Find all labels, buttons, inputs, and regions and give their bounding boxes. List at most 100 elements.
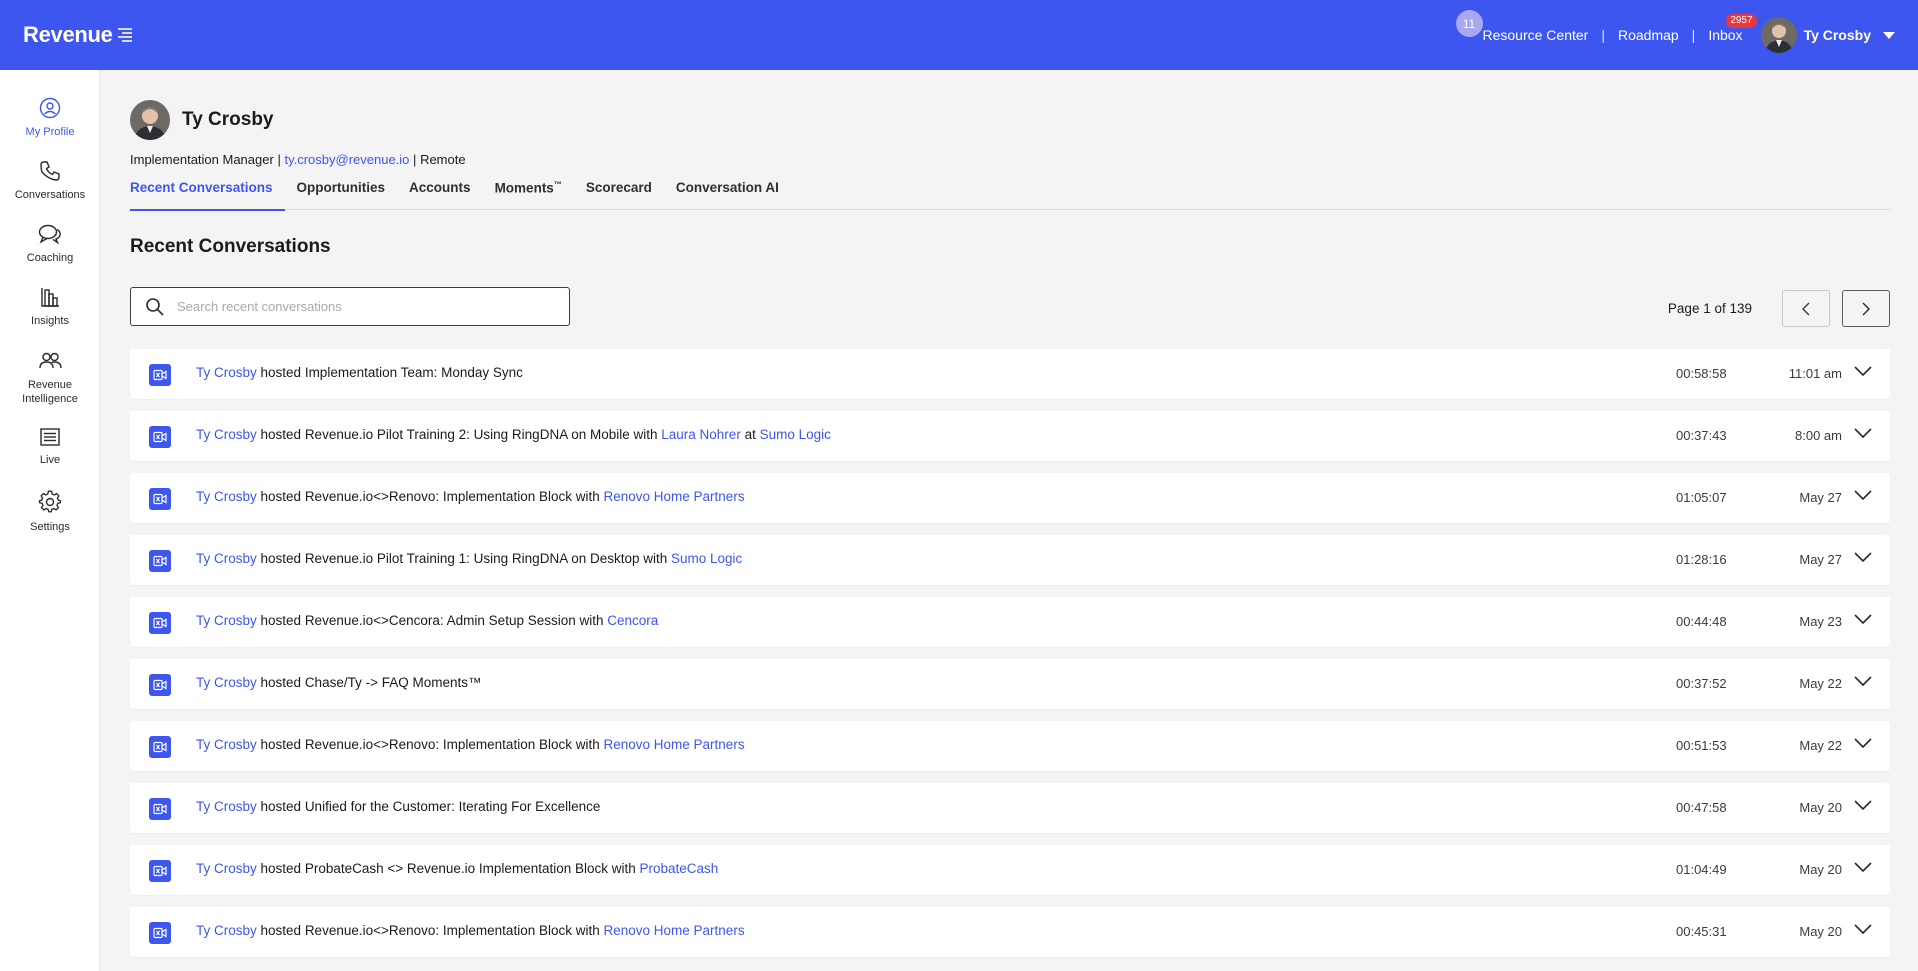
conversation-date: May 20	[1799, 862, 1842, 877]
company-link[interactable]: Renovo Home Partners	[604, 923, 745, 938]
profile-email-link[interactable]: ty.crosby@revenue.io	[284, 152, 409, 167]
conversation-duration: 00:37:43	[1676, 428, 1727, 443]
company-link[interactable]: Renovo Home Partners	[604, 489, 745, 504]
sidebar-item-live[interactable]: Live	[0, 427, 100, 467]
chevron-down-icon[interactable]	[1854, 614, 1872, 624]
company-link[interactable]: Renovo Home Partners	[604, 737, 745, 752]
chevron-down-icon[interactable]	[1854, 800, 1872, 810]
video-camera-icon	[149, 488, 171, 510]
video-camera-icon	[149, 922, 171, 944]
video-camera-icon	[149, 364, 171, 386]
host-link[interactable]: Ty Crosby	[196, 427, 257, 442]
tab-opportunities[interactable]: Opportunities	[297, 180, 386, 210]
conversation-title[interactable]: Unified for the Customer: Iterating For …	[305, 799, 601, 814]
tab-accounts[interactable]: Accounts	[409, 180, 471, 210]
search-input[interactable]	[177, 299, 557, 314]
chevron-down-icon[interactable]	[1854, 924, 1872, 934]
prev-page-button[interactable]	[1782, 290, 1830, 327]
sidebar-item-coaching[interactable]: Coaching	[0, 223, 100, 265]
company-link[interactable]: Sumo Logic	[760, 427, 831, 442]
conversation-title[interactable]: Implementation Team: Monday Sync	[305, 365, 523, 380]
host-link[interactable]: Ty Crosby	[196, 923, 257, 938]
search-box[interactable]	[130, 287, 570, 326]
chat-bubbles-icon	[38, 224, 61, 245]
conversation-duration: 01:05:07	[1676, 490, 1727, 505]
host-link[interactable]: Ty Crosby	[196, 737, 257, 752]
tab-recent-conversations[interactable]: Recent Conversations	[130, 180, 285, 211]
chevron-down-icon[interactable]	[1854, 862, 1872, 872]
user-menu[interactable]: Ty Crosby	[1760, 17, 1895, 53]
host-link[interactable]: Ty Crosby	[196, 365, 257, 380]
chevron-down-icon[interactable]	[1854, 552, 1872, 562]
conversation-row[interactable]: Ty Crosby hosted Revenue.io Pilot Traini…	[130, 535, 1890, 585]
company-link[interactable]: ProbateCash	[640, 861, 719, 876]
chevron-down-icon[interactable]	[1854, 490, 1872, 500]
conversation-row[interactable]: Ty Crosby hosted Implementation Team: Mo…	[130, 349, 1890, 399]
sidebar-item-settings[interactable]: Settings	[0, 490, 100, 534]
profile-role: Implementation Manager	[130, 152, 274, 167]
sidebar-item-label: Insights	[31, 315, 69, 327]
conversation-title[interactable]: Revenue.io<>Cencora: Admin Setup Session	[305, 613, 576, 628]
company-link[interactable]: Sumo Logic	[671, 551, 742, 566]
roadmap-link[interactable]: Roadmap	[1618, 27, 1679, 43]
with-text: with	[608, 861, 640, 876]
section-title: Recent Conversations	[130, 236, 331, 257]
chevron-down-icon[interactable]	[1854, 366, 1872, 376]
tab-moments[interactable]: Moments™	[495, 180, 562, 210]
participant-link[interactable]: Laura Nohrer	[661, 427, 741, 442]
conversation-row[interactable]: Ty Crosby hosted ProbateCash <> Revenue.…	[130, 845, 1890, 895]
tab-label: Conversation AI	[675, 180, 779, 195]
conversation-row[interactable]: Ty Crosby hosted Chase/Ty -> FAQ Moments…	[130, 659, 1890, 709]
pagination: Page 1 of 139	[1668, 290, 1890, 327]
conversation-date: May 22	[1799, 738, 1842, 753]
conversation-summary: Ty Crosby hosted Revenue.io<>Cencora: Ad…	[196, 613, 658, 628]
conversation-row[interactable]: Ty Crosby hosted Revenue.io<>Renovo: Imp…	[130, 473, 1890, 523]
with-text: with	[629, 427, 662, 442]
tab-scorecard[interactable]: Scorecard	[586, 180, 652, 210]
sidebar-item-revenue-intelligence[interactable]: Revenue Intelligence	[0, 350, 100, 406]
sidebar-item-label: Live	[39, 454, 61, 466]
company-link[interactable]: Cencora	[607, 613, 658, 628]
conversation-title[interactable]: Chase/Ty -> FAQ Moments™	[305, 675, 482, 690]
conversation-row[interactable]: Ty Crosby hosted Revenue.io Pilot Traini…	[130, 411, 1890, 461]
conversation-date: 11:01 am	[1788, 366, 1842, 381]
app-logo[interactable]: Revenue	[23, 22, 133, 48]
next-page-button[interactable]	[1842, 290, 1890, 327]
host-link[interactable]: Ty Crosby	[196, 489, 257, 504]
meta-separator: |	[277, 152, 281, 167]
host-link[interactable]: Ty Crosby	[196, 675, 257, 690]
resource-center-label: Resource Center	[1482, 27, 1589, 43]
conversation-duration: 01:28:16	[1676, 552, 1727, 567]
conversation-title[interactable]: Revenue.io<>Renovo: Implementation Block	[305, 737, 572, 752]
conversation-duration: 01:04:49	[1676, 862, 1727, 877]
conversation-title[interactable]: Revenue.io Pilot Training 2: Using RingD…	[305, 427, 630, 442]
conversation-title[interactable]: Revenue.io<>Renovo: Implementation Block	[305, 489, 572, 504]
host-link[interactable]: Ty Crosby	[196, 861, 257, 876]
sidebar-item-label: Coaching	[26, 252, 74, 264]
conversation-title[interactable]: Revenue.io<>Renovo: Implementation Block	[305, 923, 572, 938]
conversation-date: May 27	[1799, 490, 1842, 505]
chevron-down-icon[interactable]	[1854, 428, 1872, 438]
profile-meta: Implementation Manager | ty.crosby@reven…	[130, 152, 466, 167]
sidebar-item-insights[interactable]: Insights	[0, 286, 100, 328]
conversation-row[interactable]: Ty Crosby hosted Revenue.io<>Cencora: Ad…	[130, 597, 1890, 647]
inbox-count-badge: 2957	[1726, 14, 1757, 28]
conversation-row[interactable]: Ty Crosby hosted Revenue.io<>Renovo: Imp…	[130, 907, 1890, 957]
host-link[interactable]: Ty Crosby	[196, 613, 257, 628]
conversation-row[interactable]: Ty Crosby hosted Revenue.io<>Renovo: Imp…	[130, 721, 1890, 771]
chevron-down-icon[interactable]	[1854, 676, 1872, 686]
sidebar-item-my-profile[interactable]: My Profile	[0, 97, 100, 139]
host-link[interactable]: Ty Crosby	[196, 551, 257, 566]
resource-center-link[interactable]: 11 Resource Center	[1455, 10, 1589, 43]
inbox-link[interactable]: Inbox 2957	[1708, 14, 1757, 43]
tab-label: Opportunities	[296, 180, 386, 195]
host-link[interactable]: Ty Crosby	[196, 799, 257, 814]
conversation-title[interactable]: Revenue.io Pilot Training 1: Using RingD…	[305, 551, 640, 566]
chevron-down-icon[interactable]	[1854, 738, 1872, 748]
conversation-date: May 20	[1799, 924, 1842, 939]
conversation-title[interactable]: ProbateCash <> Revenue.io Implementation…	[305, 861, 608, 876]
conversation-row[interactable]: Ty Crosby hosted Unified for the Custome…	[130, 783, 1890, 833]
tab-conversation-ai[interactable]: Conversation AI	[676, 180, 779, 210]
conversation-summary: Ty Crosby hosted Unified for the Custome…	[196, 799, 600, 814]
sidebar-item-conversations[interactable]: Conversations	[0, 160, 100, 202]
